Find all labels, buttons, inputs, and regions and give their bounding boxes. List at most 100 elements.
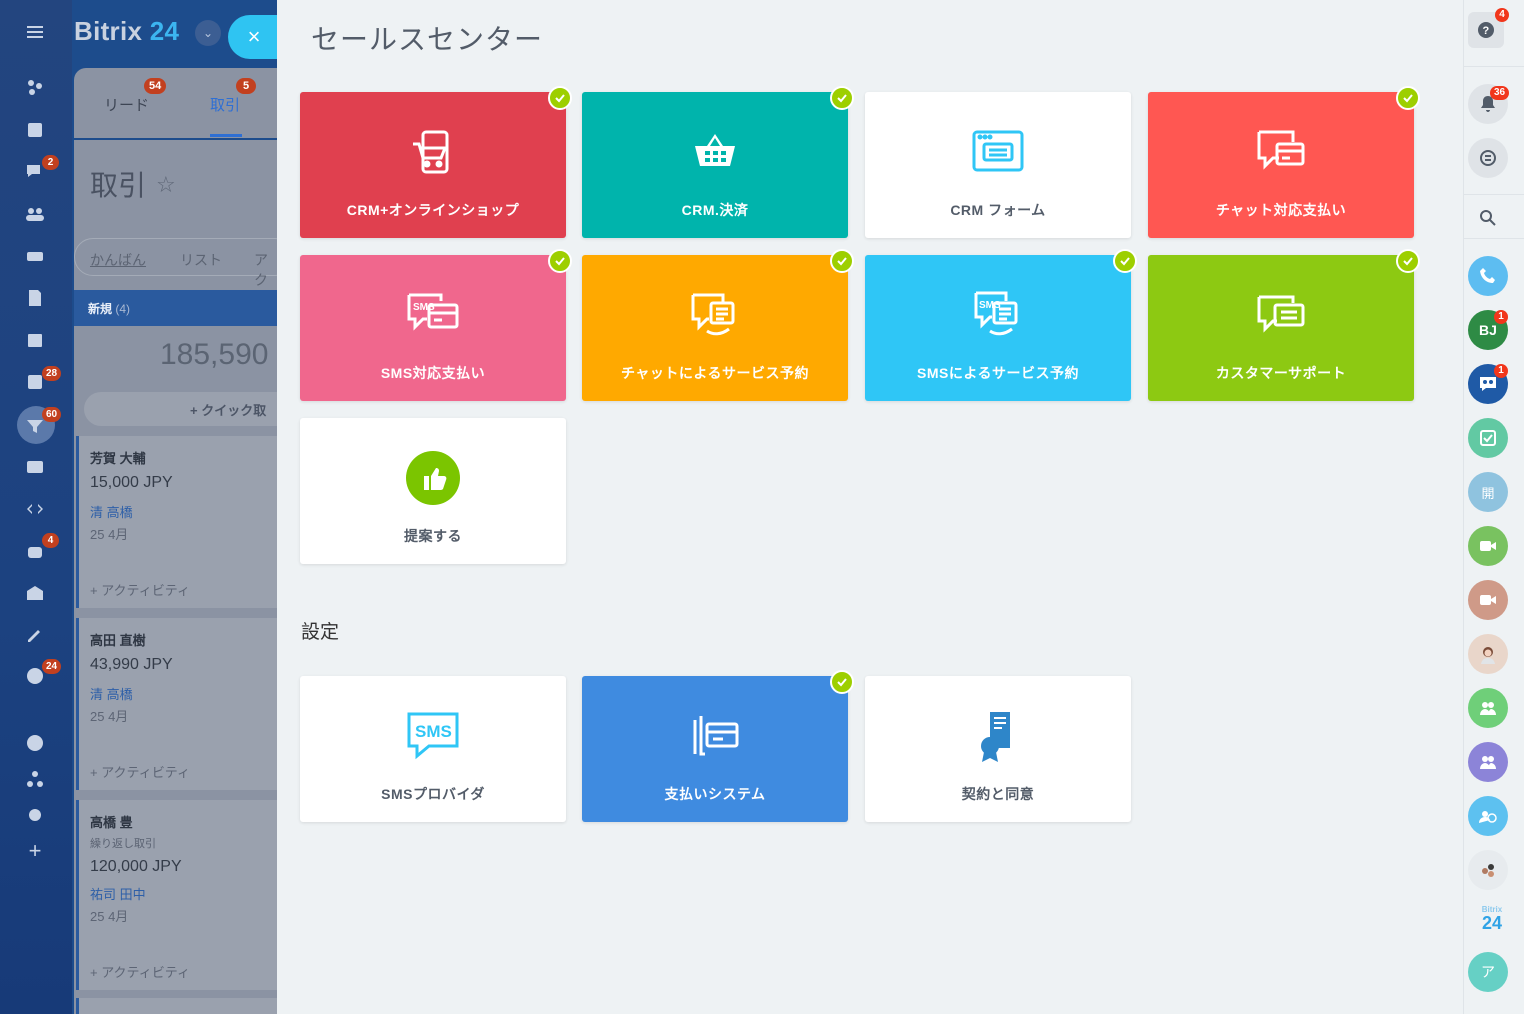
- deal-date: 25 4月: [90, 527, 129, 542]
- contact-card-icon[interactable]: [22, 456, 48, 478]
- deal-responsible[interactable]: 祐司 田中: [90, 884, 146, 903]
- left-navigation: 2 28 60 4 24 +: [0, 0, 72, 1014]
- form-icon: [970, 124, 1026, 180]
- user-photo-avatar[interactable]: [1468, 634, 1508, 674]
- tile-payment-system[interactable]: 支払いシステム: [582, 670, 854, 822]
- close-slider-button[interactable]: ×: [228, 15, 280, 59]
- chevron-down-icon[interactable]: ⌄: [195, 20, 221, 46]
- user-schedule-icon[interactable]: [1468, 796, 1508, 836]
- deal-date: 25 4月: [90, 709, 129, 724]
- tasks-board-icon[interactable]: [22, 119, 48, 141]
- svg-text:?: ?: [1483, 25, 1490, 37]
- tile-customer-support[interactable]: カスタマーサポート: [1148, 249, 1420, 401]
- star-icon[interactable]: ☆: [156, 172, 176, 198]
- check-icon: [1396, 249, 1420, 273]
- tile-chat-booking[interactable]: チャットによるサービス予約: [582, 249, 854, 401]
- sms-payment-icon: SMS: [405, 287, 461, 343]
- tile-label: 提案する: [404, 528, 462, 544]
- group-chat-badge: 1: [1494, 364, 1508, 378]
- tab-leads[interactable]: リード: [104, 94, 149, 115]
- divider: [1464, 238, 1524, 239]
- search-icon[interactable]: [1468, 198, 1508, 238]
- tile-crm-form[interactable]: CRM フォーム: [865, 92, 1131, 238]
- tile-label: チャットによるサービス予約: [621, 365, 809, 381]
- video-call-icon[interactable]: [1468, 580, 1508, 620]
- page-title: 取引: [90, 170, 147, 201]
- tile-label: CRM フォーム: [950, 202, 1046, 218]
- divider: [1464, 66, 1524, 67]
- drive-icon[interactable]: [22, 245, 48, 267]
- deals-badge: 5: [236, 78, 256, 94]
- tile-chat-payment[interactable]: チャット対応支払い: [1148, 86, 1420, 238]
- quick-add-label: + クイック取: [190, 403, 267, 418]
- help-icon[interactable]: [22, 732, 48, 754]
- tile-label: 支払いシステム: [664, 786, 766, 802]
- tile-sms-provider[interactable]: SMS SMSプロバイダ: [300, 676, 566, 822]
- chat-search-icon[interactable]: [1468, 138, 1508, 178]
- workgroups-icon[interactable]: [22, 203, 48, 225]
- add-activity-link[interactable]: + アクティビティ: [90, 962, 190, 981]
- stage-label: 新規 (4): [88, 302, 131, 316]
- deal-name[interactable]: 高田 直樹: [90, 630, 146, 649]
- tile-sms-payment[interactable]: SMS SMS対応支払い: [300, 249, 572, 401]
- deal-name[interactable]: 芳賀 大輔: [90, 448, 146, 467]
- video-call-icon[interactable]: [1468, 526, 1508, 566]
- structure-icon[interactable]: [22, 768, 48, 790]
- open-channel-chat[interactable]: 開: [1468, 472, 1508, 512]
- view-kanban[interactable]: かんばん: [90, 250, 146, 270]
- more-badge: 24: [42, 659, 62, 674]
- crm-deals-panel: リード 54 取引 5 取引 ☆ かんばん リスト アク 新規 (4) 185,…: [74, 68, 278, 1014]
- tile-crm-online-shop[interactable]: CRM+オンラインショップ: [300, 86, 572, 238]
- tile-label: 契約と同意: [961, 786, 1035, 802]
- view-activities[interactable]: アク: [254, 250, 278, 290]
- add-activity-link[interactable]: + アクティビティ: [90, 580, 190, 599]
- store-icon[interactable]: [22, 582, 48, 604]
- bitrix24-logo[interactable]: Bitrix 24: [1472, 906, 1512, 933]
- feed-icon[interactable]: [22, 76, 48, 98]
- tile-agreements[interactable]: 契約と同意: [865, 676, 1131, 822]
- deal-responsible[interactable]: 清 高橋: [90, 684, 133, 703]
- menu-icon[interactable]: [22, 21, 48, 43]
- tile-label: SMS対応支払い: [380, 365, 486, 381]
- user-profile-avatar[interactable]: ア: [1468, 952, 1508, 992]
- tile-label: SMSによるサービス予約: [917, 365, 1079, 381]
- settings-gear-icon[interactable]: [22, 804, 48, 826]
- tile-label: カスタマーサポート: [1215, 365, 1347, 381]
- tile-suggest[interactable]: 提案する: [300, 418, 566, 564]
- group-users-icon[interactable]: [1468, 742, 1508, 782]
- check-icon: [830, 670, 854, 694]
- add-activity-link[interactable]: + アクティビティ: [90, 762, 190, 781]
- tile-crm-payment[interactable]: CRM.決済: [582, 86, 854, 238]
- check-icon: [1113, 249, 1137, 273]
- chat-booking-icon: [687, 287, 743, 343]
- check-icon: [830, 249, 854, 273]
- calendar-icon[interactable]: [22, 329, 48, 351]
- brand-logo[interactable]: Bitrix 24: [74, 16, 179, 47]
- avatar-badge: 1: [1494, 310, 1508, 324]
- deal-card[interactable]: [76, 998, 278, 1014]
- deal-responsible[interactable]: 清 高橋: [90, 502, 133, 521]
- signature-icon[interactable]: [22, 624, 48, 646]
- task-chat-icon[interactable]: [1468, 418, 1508, 458]
- crm-badge: 60: [42, 407, 62, 422]
- code-icon[interactable]: [22, 498, 48, 520]
- add-icon[interactable]: +: [22, 838, 48, 863]
- leads-badge: 54: [144, 78, 167, 94]
- divider: [1464, 194, 1524, 195]
- deal-amount: 43,990 JPY: [90, 656, 173, 673]
- phone-icon[interactable]: [1468, 256, 1508, 296]
- tab-underline: [210, 134, 242, 137]
- settings-section-title: 設定: [301, 622, 340, 643]
- chat-payment-icon: [1253, 124, 1309, 180]
- view-list[interactable]: リスト: [180, 250, 222, 270]
- group-users-icon[interactable]: [1468, 688, 1508, 728]
- agreement-icon: [970, 708, 1026, 764]
- documents-icon[interactable]: [22, 287, 48, 309]
- tile-label: チャット対応支払い: [1215, 202, 1347, 218]
- svg-text:SMS: SMS: [415, 722, 452, 741]
- stage-total: 185,590: [160, 338, 269, 371]
- tile-sms-booking[interactable]: SMS SMSによるサービス予約: [865, 249, 1137, 401]
- deal-name[interactable]: 高橋 豊: [90, 812, 133, 831]
- tab-deals[interactable]: 取引: [210, 94, 240, 115]
- team-photo-avatar[interactable]: [1468, 850, 1508, 890]
